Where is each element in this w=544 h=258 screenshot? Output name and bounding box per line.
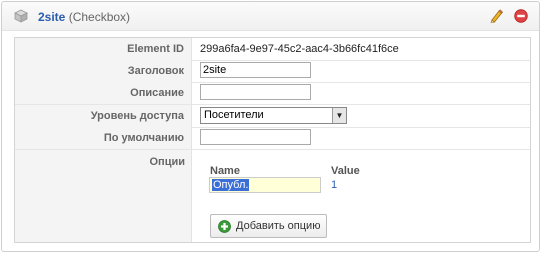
cube-icon xyxy=(14,9,28,23)
options-label: Опции xyxy=(149,156,186,168)
option-name-input[interactable]: Опубл. xyxy=(209,177,321,193)
access-label: Уровень доступа xyxy=(15,105,192,127)
element-type: (Checkbox) xyxy=(68,10,131,24)
minus-circle-icon[interactable] xyxy=(514,9,528,23)
element-name: 2site xyxy=(38,10,66,24)
access-selected: Посетители xyxy=(204,109,264,121)
add-option-button[interactable]: Добавить опцию xyxy=(210,214,327,238)
element-id-value: 299a6fa4-9e97-45c2-aac4-3b66fc41f6ce xyxy=(200,43,399,55)
options-col-value: Value xyxy=(331,165,360,177)
options-col-name: Name xyxy=(210,165,240,177)
row-title: Заголовок xyxy=(15,60,530,83)
panel-title: 2site (Checkbox) xyxy=(38,10,130,24)
chevron-down-icon[interactable]: ▼ xyxy=(332,108,346,123)
default-input[interactable] xyxy=(200,129,311,145)
add-option-label: Добавить опцию xyxy=(236,220,321,232)
row-description: Описание xyxy=(15,82,530,105)
element-panel: 2site (Checkbox) Element ID 299a6fa4-9e9… xyxy=(1,1,540,252)
title-input[interactable] xyxy=(200,62,311,78)
row-element-id: Element ID 299a6fa4-9e97-45c2-aac4-3b66f… xyxy=(15,38,530,61)
access-select[interactable]: Посетители ▼ xyxy=(200,107,347,124)
row-default: По умолчанию xyxy=(15,127,530,150)
row-access: Уровень доступа Посетители ▼ xyxy=(15,105,530,128)
default-label: По умолчанию xyxy=(15,127,192,149)
option-value: 1 xyxy=(331,179,338,191)
option-name-text: Опубл. xyxy=(212,179,250,191)
pencil-icon[interactable] xyxy=(489,9,503,23)
element-id-label: Element ID xyxy=(15,38,192,60)
element-settings: Element ID 299a6fa4-9e97-45c2-aac4-3b66f… xyxy=(14,37,531,243)
title-label: Заголовок xyxy=(15,60,192,82)
description-label: Описание xyxy=(15,82,192,104)
plus-circle-icon xyxy=(218,220,231,233)
panel-header: 2site (Checkbox) xyxy=(2,2,539,31)
description-input[interactable] xyxy=(200,84,311,100)
